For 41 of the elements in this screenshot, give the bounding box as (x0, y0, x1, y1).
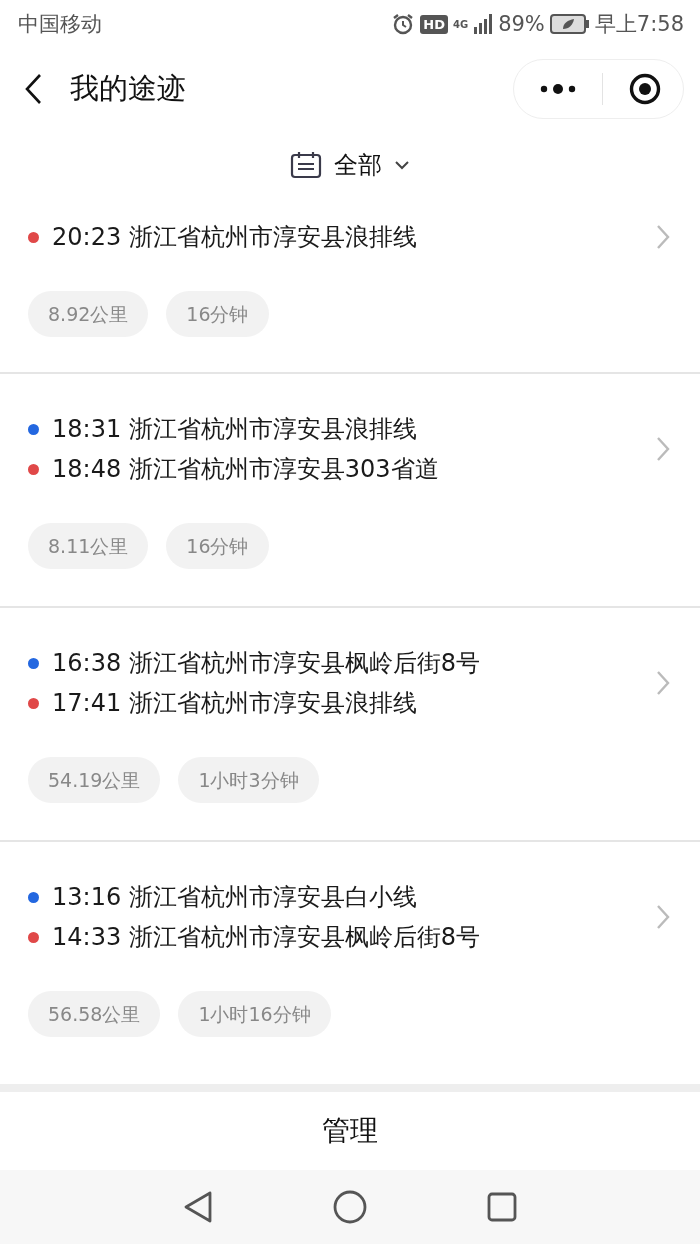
recents-icon[interactable] (487, 1192, 517, 1222)
duration-tag: 16分钟 (166, 291, 269, 337)
home-icon[interactable] (333, 1190, 367, 1224)
trip-location: 18:48 浙江省杭州市淳安县303省道 (52, 454, 439, 485)
page-title: 我的途迹 (70, 70, 187, 107)
trip-location: 14:33 浙江省杭州市淳安县枫岭后街8号 (52, 922, 481, 953)
more-icon[interactable] (540, 83, 576, 95)
caret-icon (394, 160, 410, 170)
close-icon[interactable] (629, 73, 661, 105)
chevron-icon (656, 224, 670, 250)
trip-card[interactable]: 18:31 浙江省杭州市淳安县浪排线 18:48 浙江省杭州市淳安县303省道 8.11公里 16分钟 (0, 374, 700, 608)
chevron-icon (656, 436, 670, 462)
carrier-name: 中国移动 (18, 11, 102, 38)
trip-location: 17:41 浙江省杭州市淳安县浪排线 (52, 688, 417, 719)
back-icon[interactable] (24, 73, 44, 105)
distance-tag: 8.92公里 (28, 291, 149, 337)
duration-tag: 16分钟 (166, 523, 269, 569)
back-icon[interactable] (183, 1190, 213, 1224)
trip-location: 16:38 浙江省杭州市淳安县枫岭后街8号 (52, 648, 481, 679)
signal-icon (473, 13, 494, 35)
distance-tag: 54.19公里 (28, 757, 161, 803)
trip-location: 20:23 浙江省杭州市淳安县浪排线 (52, 222, 417, 253)
distance-tag: 8.11公里 (28, 523, 149, 569)
trip-card[interactable]: 20:23 浙江省杭州市淳安县浪排线 8.92公里 16分钟 (0, 200, 700, 374)
filter-dropdown[interactable]: 全部 (290, 149, 410, 181)
chevron-icon (656, 670, 670, 696)
duration-tag: 1小时3分钟 (178, 757, 319, 803)
manage-button[interactable]: 管理 (302, 1106, 398, 1156)
trip-card[interactable]: 13:16 浙江省杭州市淳安县白小线 14:33 浙江省杭州市淳安县枫岭后街8号 56.58公里 1小时16分钟 (0, 842, 700, 1074)
hd-badge: HD (420, 14, 448, 34)
calendar-icon (290, 151, 322, 179)
network-label: 4G (452, 18, 469, 30)
battery-icon (549, 14, 590, 34)
chevron-icon (656, 904, 670, 930)
battery-percent: 89% (498, 12, 545, 36)
trip-location: 13:16 浙江省杭州市淳安县白小线 (52, 882, 417, 913)
trip-location: 18:31 浙江省杭州市淳安县浪排线 (52, 414, 417, 445)
duration-tag: 1小时16分钟 (178, 991, 331, 1037)
distance-tag: 56.58公里 (28, 991, 161, 1037)
clock: 早上7:58 (594, 11, 684, 38)
trip-card[interactable]: 16:38 浙江省杭州市淳安县枫岭后街8号 17:41 浙江省杭州市淳安县浪排线 54.19公里 1小时3分钟 (0, 608, 700, 842)
